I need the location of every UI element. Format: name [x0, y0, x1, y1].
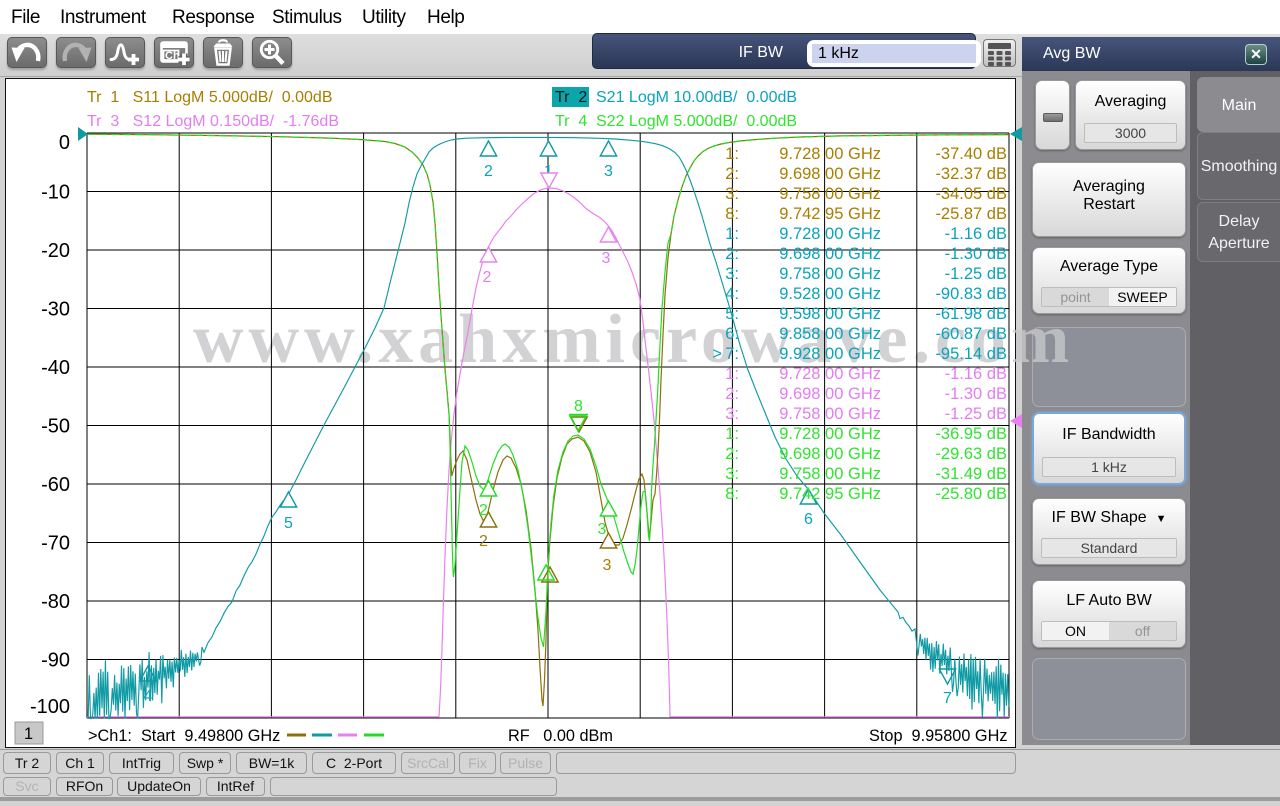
- svg-text:8: 8: [574, 398, 583, 415]
- svg-text:-25.80 dB: -25.80 dB: [935, 485, 1007, 503]
- svg-text:8:: 8:: [725, 485, 739, 503]
- svg-text:9.758 00 GHz: 9.758 00 GHz: [779, 465, 881, 483]
- svg-text:9.728 00 GHz: 9.728 00 GHz: [779, 145, 881, 163]
- svg-text:5: 5: [284, 515, 293, 532]
- svg-text:-1.25 dB: -1.25 dB: [945, 405, 1007, 423]
- svg-text:-34.05 dB: -34.05 dB: [935, 185, 1007, 203]
- svg-text:-95.14 dB: -95.14 dB: [935, 345, 1007, 363]
- svg-text:-50: -50: [41, 416, 70, 438]
- svg-text:3: 3: [604, 163, 613, 180]
- svg-text:9.742 95 GHz: 9.742 95 GHz: [779, 205, 881, 223]
- svg-text:6:: 6:: [725, 325, 739, 343]
- svg-text:1:: 1:: [725, 425, 739, 443]
- svg-text:3:: 3:: [725, 265, 739, 283]
- svg-text:1: 1: [24, 725, 33, 743]
- svg-text:2: 2: [479, 502, 488, 519]
- svg-text:-60.87 dB: -60.87 dB: [935, 325, 1007, 343]
- svg-text:2:: 2:: [725, 385, 739, 403]
- svg-text:-61.98 dB: -61.98 dB: [935, 305, 1007, 323]
- svg-text:RF 0.00 dBm: RF 0.00 dBm: [508, 727, 613, 745]
- svg-text:-37.40 dB: -37.40 dB: [935, 145, 1007, 163]
- svg-text:-25.87 dB: -25.87 dB: [935, 205, 1007, 223]
- svg-text:3:: 3:: [725, 465, 739, 483]
- svg-text:2: 2: [484, 163, 493, 180]
- svg-text:-40: -40: [41, 357, 70, 379]
- svg-text:0: 0: [59, 132, 70, 154]
- svg-text:1:: 1:: [725, 145, 739, 163]
- svg-text:3: 3: [598, 521, 607, 538]
- svg-text:6: 6: [804, 511, 813, 528]
- svg-text:-1.30 dB: -1.30 dB: [945, 245, 1007, 263]
- svg-text:Tr 3 S12 LogM 0.150dB/ -1.: Tr 3 S12 LogM 0.150dB/ -1.76dB: [87, 113, 339, 130]
- svg-text:9.758 00 GHz: 9.758 00 GHz: [779, 265, 881, 283]
- svg-text:9.598 00 GHz: 9.598 00 GHz: [779, 305, 881, 323]
- svg-text:8:: 8:: [725, 205, 739, 223]
- svg-text:>Ch1: Start 9.49800 GHz: >Ch1: Start 9.49800 GHz: [88, 727, 280, 745]
- svg-text:1:: 1:: [725, 225, 739, 243]
- svg-text:Tr 1 S11 LogM 5.000dB/ 0.0: Tr 1 S11 LogM 5.000dB/ 0.00dB: [87, 89, 332, 106]
- svg-text:2: 2: [483, 269, 492, 286]
- svg-text:-1.16 dB: -1.16 dB: [945, 225, 1007, 243]
- svg-text:-10: -10: [41, 182, 70, 204]
- svg-text:2: 2: [479, 533, 488, 550]
- svg-text:2:: 2:: [725, 445, 739, 463]
- svg-text:-36.95 dB: -36.95 dB: [935, 425, 1007, 443]
- svg-text:Stop 9.95800 GHz: Stop 9.95800 GHz: [869, 727, 1007, 745]
- svg-text:-100: -100: [30, 696, 70, 718]
- svg-text:3: 3: [603, 557, 612, 574]
- svg-text:>: >: [712, 345, 722, 363]
- svg-text:9.698 00 GHz: 9.698 00 GHz: [779, 445, 881, 463]
- svg-text:3: 3: [602, 250, 611, 267]
- svg-text:-20: -20: [41, 240, 70, 262]
- svg-text:9.528 00 GHz: 9.528 00 GHz: [779, 285, 881, 303]
- svg-text:3:: 3:: [725, 185, 739, 203]
- svg-text:7:: 7:: [725, 345, 739, 363]
- svg-text:-29.63 dB: -29.63 dB: [935, 445, 1007, 463]
- svg-text:S21 LogM 10.00dB/ 0.00dB: S21 LogM 10.00dB/ 0.00dB: [596, 89, 797, 106]
- svg-text:9.698 00 GHz: 9.698 00 GHz: [779, 385, 881, 403]
- svg-text:S22 LogM 5.000dB/ 0.00dB: S22 LogM 5.000dB/ 0.00dB: [596, 113, 797, 130]
- svg-text:9.742 95 GHz: 9.742 95 GHz: [779, 485, 881, 503]
- svg-text:-80: -80: [41, 591, 70, 613]
- svg-text:-90: -90: [41, 650, 70, 672]
- svg-text:Tr 2: Tr 2: [555, 89, 587, 106]
- svg-text:9.728 00 GHz: 9.728 00 GHz: [779, 365, 881, 383]
- svg-text:9.728 00 GHz: 9.728 00 GHz: [779, 225, 881, 243]
- svg-text:9.928 00 GHz: 9.928 00 GHz: [779, 345, 881, 363]
- svg-text:9.758 00 GHz: 9.758 00 GHz: [779, 405, 881, 423]
- svg-text:1:: 1:: [725, 365, 739, 383]
- svg-text:9.758 00 GHz: 9.758 00 GHz: [779, 185, 881, 203]
- svg-text:2:: 2:: [725, 165, 739, 183]
- svg-text:-1.25 dB: -1.25 dB: [945, 265, 1007, 283]
- svg-text:-30: -30: [41, 299, 70, 321]
- svg-text:-31.49 dB: -31.49 dB: [935, 465, 1007, 483]
- svg-text:-32.37 dB: -32.37 dB: [935, 165, 1007, 183]
- svg-text:7: 7: [943, 690, 952, 707]
- svg-text:-1.16 dB: -1.16 dB: [945, 365, 1007, 383]
- svg-text:4:: 4:: [725, 285, 739, 303]
- svg-text:5:: 5:: [725, 305, 739, 323]
- svg-text:9.698 00 GHz: 9.698 00 GHz: [779, 245, 881, 263]
- svg-text:4: 4: [144, 688, 153, 705]
- svg-text:9.698 00 GHz: 9.698 00 GHz: [779, 165, 881, 183]
- svg-text:Tr 4: Tr 4: [555, 113, 587, 130]
- svg-text:-1.30 dB: -1.30 dB: [945, 385, 1007, 403]
- svg-text:3:: 3:: [725, 405, 739, 423]
- svg-text:-60: -60: [41, 474, 70, 496]
- svg-text:-70: -70: [41, 533, 70, 555]
- svg-text:9.858 00 GHz: 9.858 00 GHz: [779, 325, 881, 343]
- svg-text:9.728 00 GHz: 9.728 00 GHz: [779, 425, 881, 443]
- svg-text:2:: 2:: [725, 245, 739, 263]
- svg-text:-90.83 dB: -90.83 dB: [935, 285, 1007, 303]
